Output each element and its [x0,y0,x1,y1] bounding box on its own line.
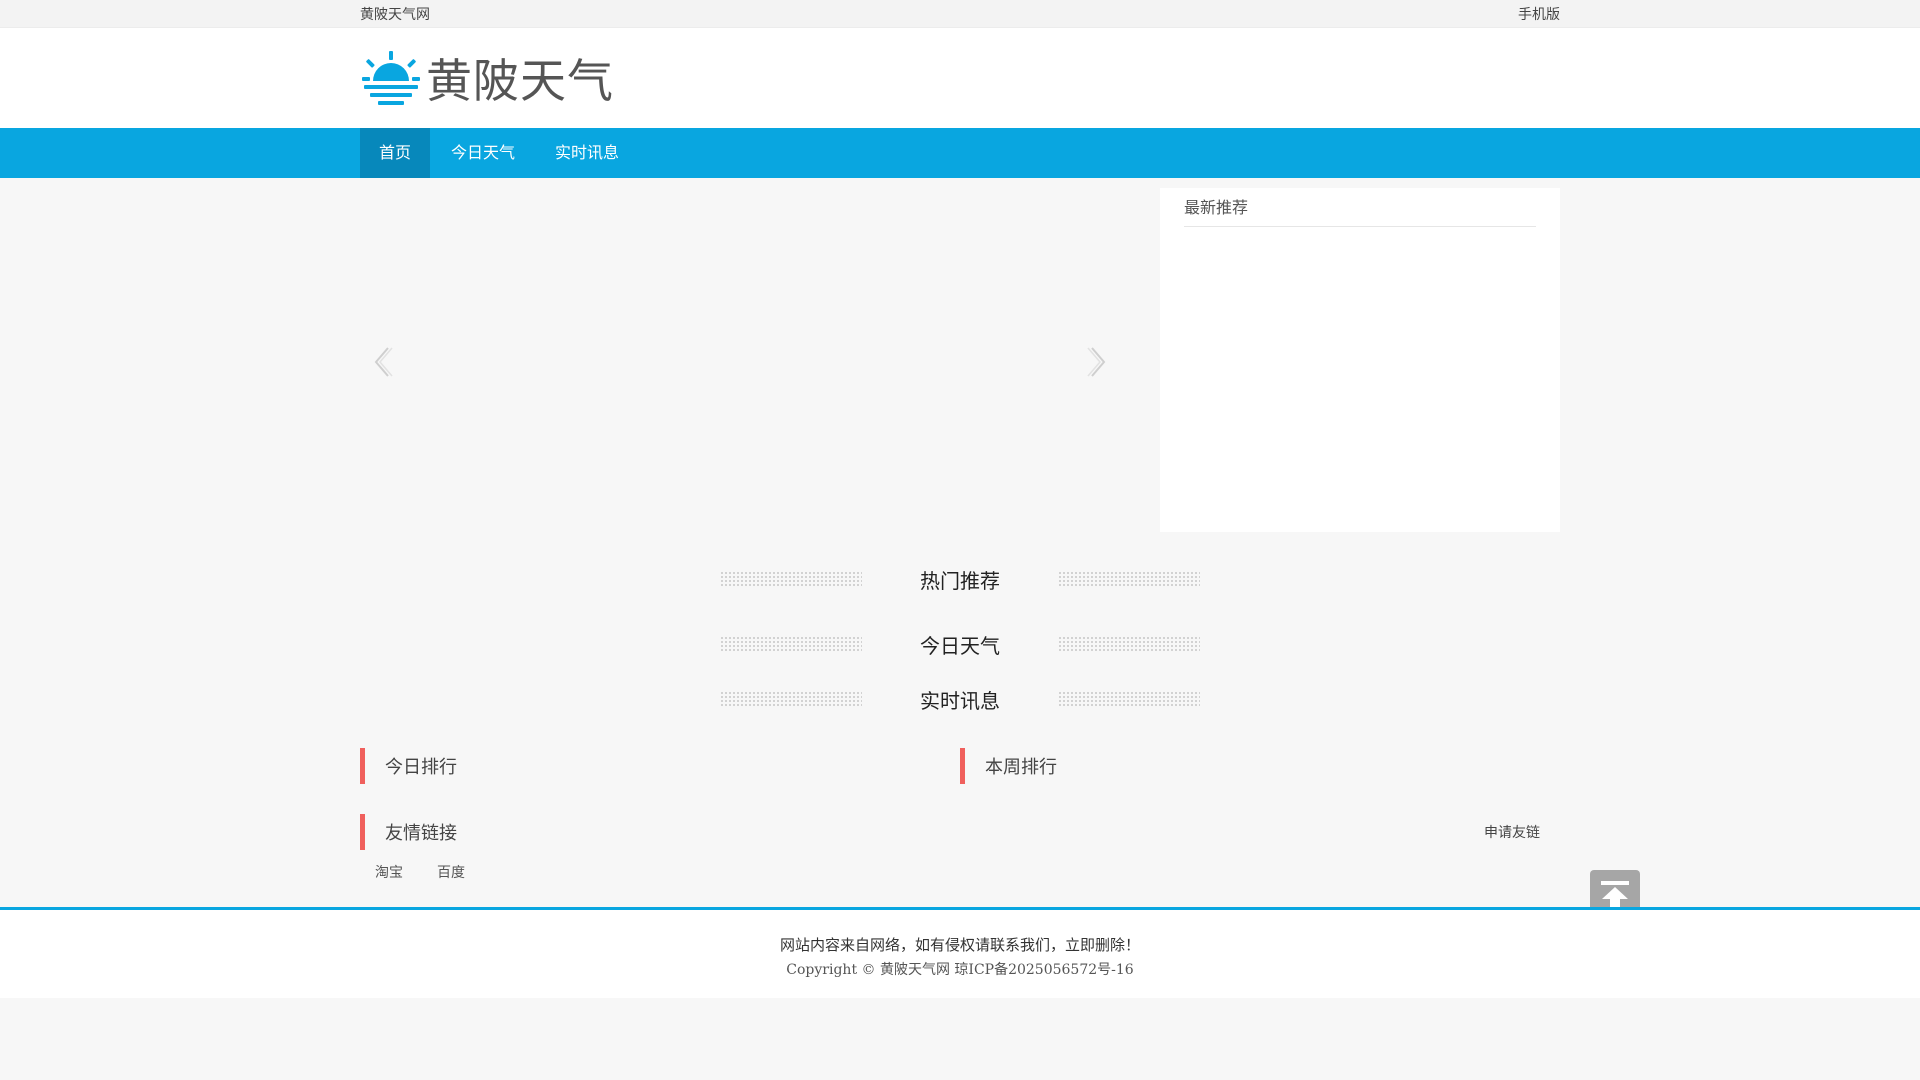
decorative-dots [1058,691,1200,707]
footer-copyright: Copyright © 黄陂天气网 琼ICP备2025056572号-16 [786,962,1134,978]
chevron-right-icon [1087,347,1106,377]
main-nav: 首页 今日天气 实时讯息 [0,128,1920,178]
today-ranking-header: 今日排行 [360,748,960,784]
nav-item-home[interactable]: 首页 [360,128,431,178]
section-title: 今日天气 [920,633,1000,658]
nav-item-today-weather[interactable]: 今日天气 [430,128,536,178]
section-hot-recommend: 热门推荐 [720,562,1200,596]
decorative-dots [720,571,862,587]
accent-bar [960,748,965,784]
section-today-weather: 今日天气 [720,627,1200,661]
friend-links-header: 友情链接 申请友链 [360,814,1560,850]
friend-links-list: 淘宝 百度 [360,862,1560,882]
decorative-dots [720,636,862,652]
nav-item-realtime-news[interactable]: 实时讯息 [536,128,638,178]
top-bar: 黄陂天气网 手机版 [0,0,1920,28]
section-realtime-news: 实时讯息 [720,682,1200,716]
accent-bar [360,748,365,784]
logo[interactable]: 黄陂天气 [360,45,614,111]
decorative-dots [1058,571,1200,587]
week-ranking-header: 本周排行 [960,748,1560,784]
rankings: 今日排行 本周排行 [360,748,1560,800]
mobile-version-link[interactable]: 手机版 [1518,4,1560,24]
footer: 网站内容来自网络，如有侵权请联系我们，立即删除！ Copyright © 黄陂天… [0,907,1920,998]
section-title: 实时讯息 [920,688,1000,713]
carousel-next-button[interactable] [1086,344,1110,380]
friend-links-title: 友情链接 [385,823,457,844]
today-ranking-title: 今日排行 [385,757,457,778]
section-title: 热门推荐 [920,568,1000,593]
accent-bar [360,814,365,850]
apply-link-button[interactable]: 申请友链 [1484,822,1540,842]
decorative-dots [720,691,862,707]
friend-link-baidu[interactable]: 百度 [437,862,465,882]
carousel [360,178,1120,540]
friend-link-taobao[interactable]: 淘宝 [375,862,403,882]
main-area: 最新推荐 [360,178,1560,540]
chevron-left-icon [374,347,393,377]
week-ranking-title: 本周排行 [985,757,1057,778]
carousel-prev-button[interactable] [370,344,394,380]
decorative-dots [1058,636,1200,652]
footer-notice: 网站内容来自网络，如有侵权请联系我们，立即删除！ [779,936,1140,954]
latest-recommend-panel: 最新推荐 [1160,188,1560,532]
header: 黄陂天气 [0,28,1920,128]
site-name-link[interactable]: 黄陂天气网 [360,4,430,24]
latest-recommend-title: 最新推荐 [1184,188,1536,227]
logo-text: 黄陂天气 [426,54,614,108]
sunrise-icon [362,51,420,105]
